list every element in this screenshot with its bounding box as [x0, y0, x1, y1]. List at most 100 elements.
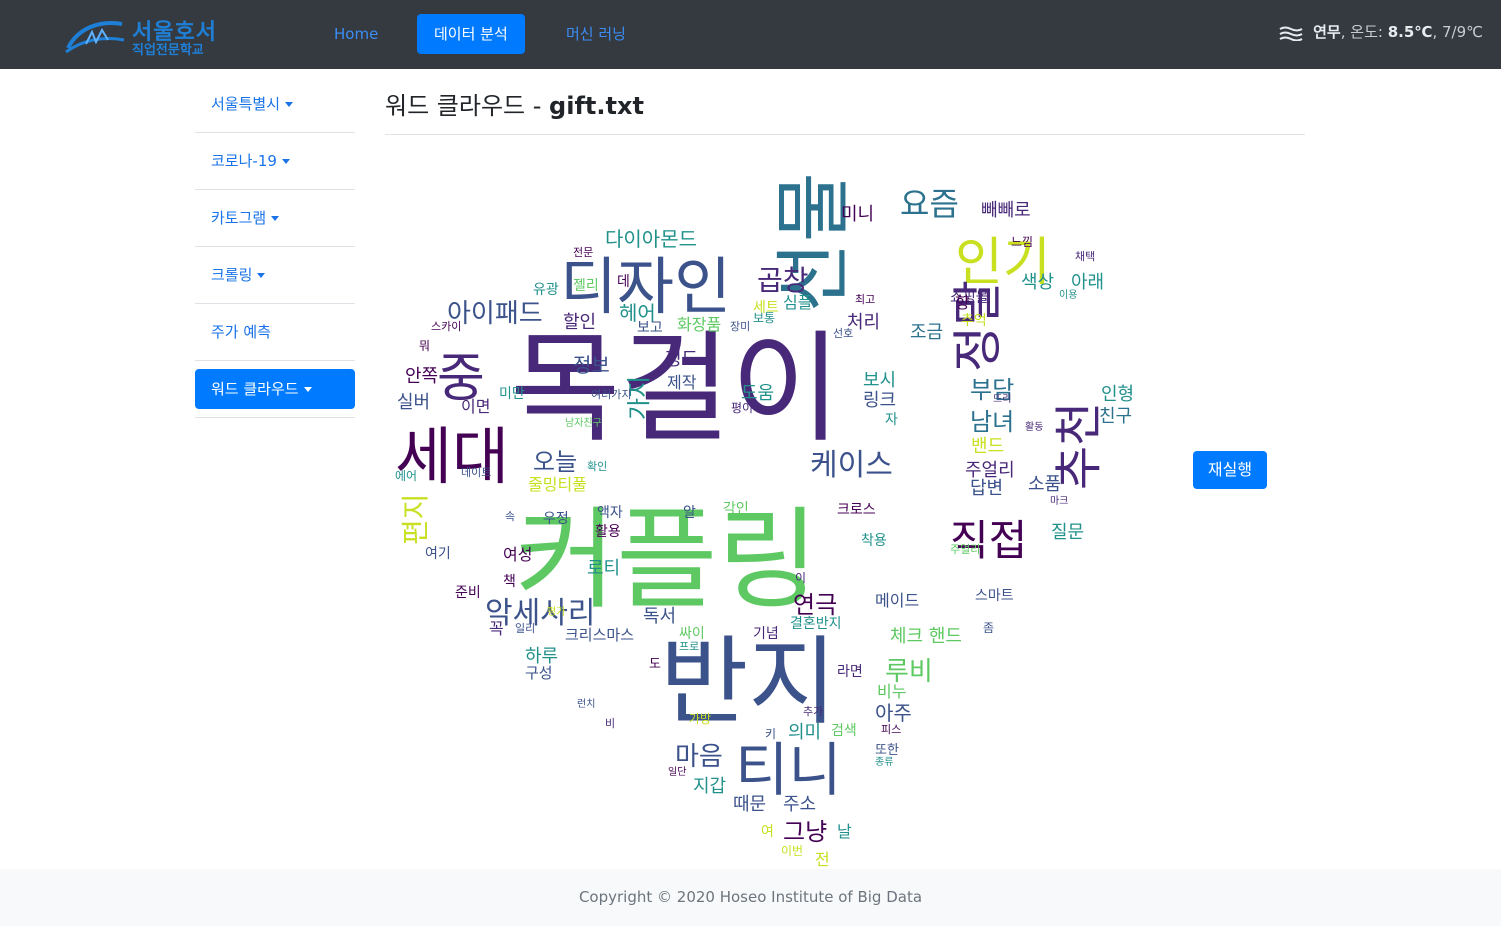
word-cloud-word: 주얼리 — [950, 542, 980, 556]
word-cloud-word: 편지 — [399, 493, 432, 545]
word-cloud-word: 다이아몬드 — [605, 227, 697, 251]
word-cloud-word: 데이트 — [461, 466, 491, 479]
word-cloud-word: 이 — [795, 571, 806, 585]
caret-down-icon — [281, 159, 290, 164]
word-cloud-word: 미만 — [499, 386, 525, 402]
word-cloud-word: 로티 — [587, 558, 620, 579]
word-cloud-svg: 목걸이커플링반지세대디자인 선물 인기정말직접티니추천중아이패드악세사리케이스요즘곱… — [395, 172, 1134, 869]
sidebar-item-label: 크롤링 — [211, 266, 253, 284]
word-cloud-word: 보시 — [863, 370, 896, 391]
weather-widget: 연무, 온도: 8.5℃, 7/9℃ — [1279, 0, 1483, 69]
page-title: 워드 클라우드 - gift.txt — [385, 86, 644, 121]
word-cloud-word: 안쪽 — [405, 366, 438, 387]
word-cloud-word: 일단 — [668, 766, 686, 778]
word-cloud-word: 스마트 — [975, 588, 1014, 604]
sidebar-item-stock-prediction[interactable]: 주가 예측 — [195, 304, 355, 361]
word-cloud-word: 알 — [683, 505, 696, 521]
word-cloud-word: 유광 — [533, 282, 559, 298]
sidebar-item-wordcloud[interactable]: 워드 클라우드 — [195, 369, 355, 409]
word-cloud-word: 이용 — [1059, 289, 1077, 301]
word-cloud-word: 여 — [761, 824, 774, 840]
word-cloud-word: 소품 — [1028, 474, 1061, 495]
fog-icon — [1279, 26, 1303, 41]
word-cloud-word: 미니 — [841, 204, 874, 225]
sidebar-item-covid19[interactable]: 코로나-19 — [195, 133, 355, 190]
word-cloud-word: 이번 — [781, 844, 803, 858]
word-cloud-word: 젤리 — [573, 278, 599, 294]
word-cloud-word: 여기 — [425, 546, 451, 562]
brand[interactable]: 서울호서 직업전문학교 — [64, 8, 234, 60]
word-cloud-word: 남녀 — [970, 408, 1014, 436]
word-cloud-word: 크로스 — [837, 502, 876, 518]
word-cloud-word: 확인 — [587, 460, 607, 473]
word-cloud-word: 기념 — [753, 626, 779, 642]
word-cloud-word: 답변 — [970, 478, 1003, 499]
word-cloud-word: 정보 — [573, 353, 610, 377]
word-cloud-word: 제작 — [667, 373, 697, 392]
word-cloud-word: 에어 — [395, 469, 417, 483]
word-cloud-word: 아주 — [875, 701, 912, 725]
sidebar-divider — [195, 409, 355, 418]
word-cloud-word: 꼭 — [489, 619, 504, 638]
word-cloud-word: 우정 — [543, 511, 569, 527]
word-cloud-word: 그냥 — [783, 818, 827, 846]
word-cloud-word: 심플 — [783, 293, 812, 312]
copyright-text: Copyright © 2020 Hoseo Institute of Big … — [578, 888, 923, 906]
nav-home[interactable]: Home — [317, 14, 395, 54]
caret-down-icon — [271, 216, 280, 221]
sidebar-item-cartogram[interactable]: 카토그램 — [195, 190, 355, 247]
sidebar-item-label: 워드 클라우드 — [211, 380, 299, 398]
sidebar-item-label: 코로나-19 — [211, 152, 277, 170]
word-cloud-word: 주소 — [783, 794, 816, 815]
word-cloud-word: 최고 — [855, 293, 875, 306]
word-cloud-word: 피스 — [881, 723, 901, 736]
word-cloud-word: 도 — [649, 657, 661, 672]
navbar: 서울호서 직업전문학교 Home 데이터 분석 머신 러닝 연무, 온도: 8.… — [0, 0, 1501, 69]
word-cloud-word: 비누 — [877, 682, 906, 701]
word-cloud-word: 활용 — [595, 524, 621, 540]
word-cloud-word: 검색 — [831, 723, 857, 739]
word-cloud-word: 남자친구 — [565, 417, 602, 429]
word-cloud-word: 전문 — [573, 246, 593, 259]
word-cloud-word: 일리 — [515, 621, 535, 635]
word-cloud-word: 활동 — [1025, 420, 1043, 433]
word-cloud-word: 구성 — [525, 664, 553, 682]
word-cloud-word: 채택 — [1075, 250, 1095, 263]
rerun-button[interactable]: 재실행 — [1193, 451, 1267, 489]
word-cloud-word: 비 — [605, 717, 615, 730]
word-cloud-word: 인형 — [1101, 384, 1134, 405]
word-cloud-word: 여러가지 — [591, 388, 631, 401]
word-cloud-word: 가방 — [689, 712, 711, 726]
word-cloud-word: 보고 — [637, 320, 663, 336]
sidebar-item-label: 주가 예측 — [211, 323, 271, 341]
word-cloud-word: 링크 — [863, 390, 896, 411]
word-cloud-word: 스카이 — [431, 320, 461, 333]
nav-machine-learning[interactable]: 머신 러닝 — [549, 14, 643, 54]
word-cloud-word: 보통 — [753, 311, 775, 325]
word-cloud-word: 액자 — [597, 505, 623, 521]
sidebar-item-label: 서울특별시 — [211, 95, 281, 113]
weather-range: 7/9℃ — [1442, 23, 1483, 41]
word-cloud-word: 여성 — [503, 545, 532, 564]
word-cloud-word: 결혼반지 — [790, 616, 842, 632]
word-cloud-word: 속 — [505, 510, 515, 523]
sidebar: 서울특별시 코로나-19 카토그램 크롤링 주가 예측 워드 클라우드 — [195, 76, 355, 418]
sidebar-item-seoul[interactable]: 서울특별시 — [195, 76, 355, 133]
word-cloud-word: 오늘 — [533, 448, 577, 476]
word-cloud-word: 실버 — [397, 392, 430, 413]
sidebar-item-crawling[interactable]: 크롤링 — [195, 247, 355, 304]
word-cloud-word: 빼빼로 — [981, 200, 1031, 221]
word-cloud-word: 또한 — [875, 743, 899, 758]
nav-data-analysis[interactable]: 데이터 분석 — [417, 14, 525, 54]
word-cloud-word: 라면 — [837, 664, 863, 680]
word-cloud-word: 이면 — [461, 397, 490, 416]
word-cloud-word: 키 — [765, 727, 776, 741]
word-cloud-word: 크리스마스 — [565, 626, 634, 644]
word-cloud-word: 요즘 — [900, 185, 959, 223]
word-cloud-word: 착용 — [861, 533, 887, 549]
word-cloud-word: 느낌 — [1011, 235, 1033, 249]
word-cloud-word: 각인 — [723, 501, 749, 517]
word-cloud-word: 때문 — [733, 794, 766, 815]
word-cloud-word: 할인 — [563, 312, 596, 333]
word-cloud-word: 지갑 — [693, 776, 726, 797]
